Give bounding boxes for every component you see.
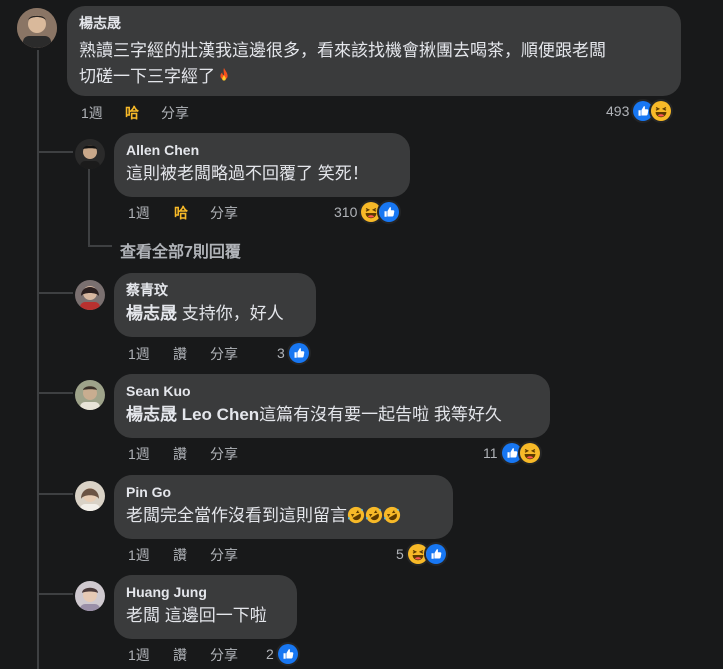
reaction-count: 2: [266, 646, 274, 662]
avatar-allen-chen[interactable]: [75, 139, 105, 169]
reply-time[interactable]: 1週: [128, 444, 150, 464]
reply-author[interactable]: Huang Jung: [126, 583, 285, 601]
reaction-count: 11: [483, 445, 498, 461]
thread-connector-view-all: [88, 245, 112, 247]
thread-connector-1: [37, 151, 73, 153]
share-button[interactable]: 分享: [210, 444, 238, 464]
mention-link[interactable]: 楊志晟: [126, 304, 177, 323]
reply-author[interactable]: 蔡青玟: [126, 281, 304, 299]
reply-text: 楊志晟 Leo Chen這篇有沒有要一起告啦 我等好久: [126, 402, 538, 428]
avatar-tsai-ching-wen[interactable]: [75, 280, 105, 310]
reply-actions-allen-chen: 1週 哈 分享: [128, 203, 328, 223]
reply-text: 老闆完全當作沒看到這則留言: [126, 503, 441, 529]
reply-text: 老闆 這邊回一下啦: [126, 606, 267, 625]
reply-bubble-allen-chen: Allen Chen 這則被老闆略過不回覆了 笑死！: [114, 133, 410, 197]
reply-time[interactable]: 1週: [128, 344, 150, 364]
reaction-summary-sean-kuo[interactable]: 11: [483, 441, 542, 465]
reply-time[interactable]: 1週: [128, 645, 150, 665]
reply-author[interactable]: Pin Go: [126, 483, 441, 501]
thread-connector-5: [37, 593, 73, 595]
comment-time[interactable]: 1週: [81, 103, 103, 123]
share-button[interactable]: 分享: [210, 645, 238, 665]
comment-actions-top: 1週 哈 分享: [81, 103, 281, 123]
reaction-summary-top[interactable]: 493: [606, 99, 674, 123]
avatar-huang-jung[interactable]: [75, 581, 105, 611]
like-icon: [377, 200, 402, 224]
like-icon: [423, 542, 448, 566]
reply-bubble-pin-go: Pin Go 老闆完全當作沒看到這則留言: [114, 475, 453, 539]
reply-text-body: 這篇有沒有要一起告啦 我等好久: [259, 405, 502, 424]
reply-text-body: 老闆完全當作沒看到這則留言: [126, 506, 347, 525]
reply-bubble-sean-kuo: Sean Kuo 楊志晟 Leo Chen這篇有沒有要一起告啦 我等好久: [114, 374, 550, 438]
comment-bubble-top: 楊志晟 熟讀三字經的壯漢我這邊很多，看來該找機會揪團去喝茶，順便跟老闆 切磋一下…: [67, 6, 681, 96]
avatar-top-comment[interactable]: [17, 8, 57, 48]
share-button[interactable]: 分享: [210, 344, 238, 364]
reply-text: 這則被老闆略過不回覆了 笑死！: [126, 164, 369, 183]
reaction-count: 310: [334, 204, 358, 220]
reply-actions-pin-go: 1週 讚 分享: [128, 545, 328, 565]
reaction-count: 5: [396, 546, 404, 562]
rofl-emoji-icon: [383, 506, 401, 525]
comment-author[interactable]: 楊志晟: [79, 14, 669, 32]
reaction-summary-huang-jung[interactable]: 2: [266, 642, 300, 666]
avatar-sean-kuo[interactable]: [75, 380, 105, 410]
thread-connector-3: [37, 392, 73, 394]
reply-author[interactable]: Allen Chen: [126, 141, 398, 159]
reaction-count: 3: [277, 345, 285, 361]
reaction-count: 493: [606, 103, 630, 119]
thread-line-reply-1: [88, 168, 90, 246]
thread-connector-4: [37, 493, 73, 495]
reply-bubble-huang-jung: Huang Jung 老闆 這邊回一下啦: [114, 575, 297, 639]
reply-text: 楊志晟 支持你，好人: [126, 301, 304, 327]
rofl-emoji-icon: [347, 506, 365, 525]
comment-text-line1: 熟讀三字經的壯漢我這邊很多，看來該找機會揪團去喝茶，順便跟老闆: [79, 41, 606, 60]
share-button[interactable]: 分享: [210, 203, 238, 223]
view-all-replies-link[interactable]: 查看全部7則回覆: [120, 238, 241, 262]
like-reaction-button[interactable]: 讚: [173, 645, 187, 665]
avatar-pin-go[interactable]: [75, 481, 105, 511]
reaction-summary-tsai-ching-wen[interactable]: 3: [277, 341, 311, 365]
fire-emoji-icon: [215, 67, 233, 86]
haha-reaction-button[interactable]: 哈: [174, 203, 188, 223]
share-button[interactable]: 分享: [161, 103, 189, 123]
haha-icon: [517, 441, 542, 465]
mention-link[interactable]: 楊志晟 Leo Chen: [126, 405, 259, 424]
reply-text-body: 支持你，好人: [177, 304, 284, 323]
share-button[interactable]: 分享: [210, 545, 238, 565]
reaction-summary-pin-go[interactable]: 5: [396, 542, 448, 566]
like-reaction-button[interactable]: 讚: [173, 344, 187, 364]
reply-actions-sean-kuo: 1週 讚 分享: [128, 444, 328, 464]
reaction-summary-allen-chen[interactable]: 310: [334, 200, 402, 224]
reply-time[interactable]: 1週: [128, 203, 150, 223]
thread-line-main: [37, 50, 39, 669]
like-icon: [275, 642, 300, 666]
like-reaction-button[interactable]: 讚: [173, 444, 187, 464]
thread-connector-2: [37, 292, 73, 294]
comment-text-line2: 切磋一下三字經了: [79, 67, 215, 86]
reply-bubble-tsai-ching-wen: 蔡青玟 楊志晟 支持你，好人: [114, 273, 316, 337]
comment-text: 熟讀三字經的壯漢我這邊很多，看來該找機會揪團去喝茶，順便跟老闆 切磋一下三字經了: [79, 38, 669, 90]
reply-time[interactable]: 1週: [128, 545, 150, 565]
reply-author[interactable]: Sean Kuo: [126, 382, 538, 400]
like-reaction-button[interactable]: 讚: [173, 545, 187, 565]
rofl-emoji-icon: [365, 506, 383, 525]
haha-reaction-button[interactable]: 哈: [125, 103, 139, 123]
like-icon: [286, 341, 311, 365]
haha-icon: [649, 99, 674, 123]
